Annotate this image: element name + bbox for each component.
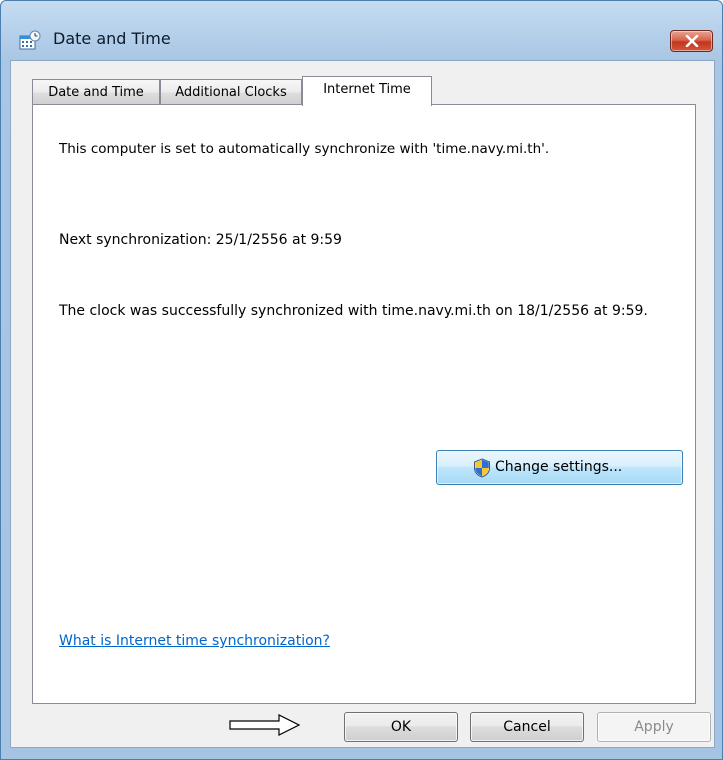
tab-internet-time[interactable]: Internet Time xyxy=(302,76,432,106)
apply-button[interactable]: Apply xyxy=(597,712,711,742)
sync-server-message: This computer is set to automatically sy… xyxy=(59,141,550,157)
uac-shield-icon xyxy=(474,458,490,478)
help-link-internet-time[interactable]: What is Internet time synchronization? xyxy=(59,633,330,649)
internet-time-panel: This computer is set to automatically sy… xyxy=(32,104,696,704)
tab-date-and-time[interactable]: Date and Time xyxy=(32,79,160,105)
next-sync-text: Next synchronization: 25/1/2556 at 9:59 xyxy=(59,232,342,248)
date-time-dialog: Date and Time Date and Time Additional C… xyxy=(0,0,723,760)
close-button[interactable] xyxy=(670,30,713,52)
cancel-button[interactable]: Cancel xyxy=(470,712,584,742)
dialog-body: Date and Time Additional Clocks Internet… xyxy=(10,60,715,748)
last-sync-status: The clock was successfully synchronized … xyxy=(59,303,648,319)
window-title: Date and Time xyxy=(53,29,171,48)
change-settings-button[interactable]: Change settings... xyxy=(436,450,683,485)
tab-additional-clocks[interactable]: Additional Clocks xyxy=(160,79,302,105)
title-bar[interactable]: Date and Time xyxy=(1,1,722,59)
close-icon xyxy=(685,35,699,47)
ok-button[interactable]: OK xyxy=(344,712,458,742)
arrow-right-icon xyxy=(229,714,301,736)
change-settings-label: Change settings... xyxy=(495,459,623,475)
calendar-clock-icon xyxy=(19,30,41,50)
